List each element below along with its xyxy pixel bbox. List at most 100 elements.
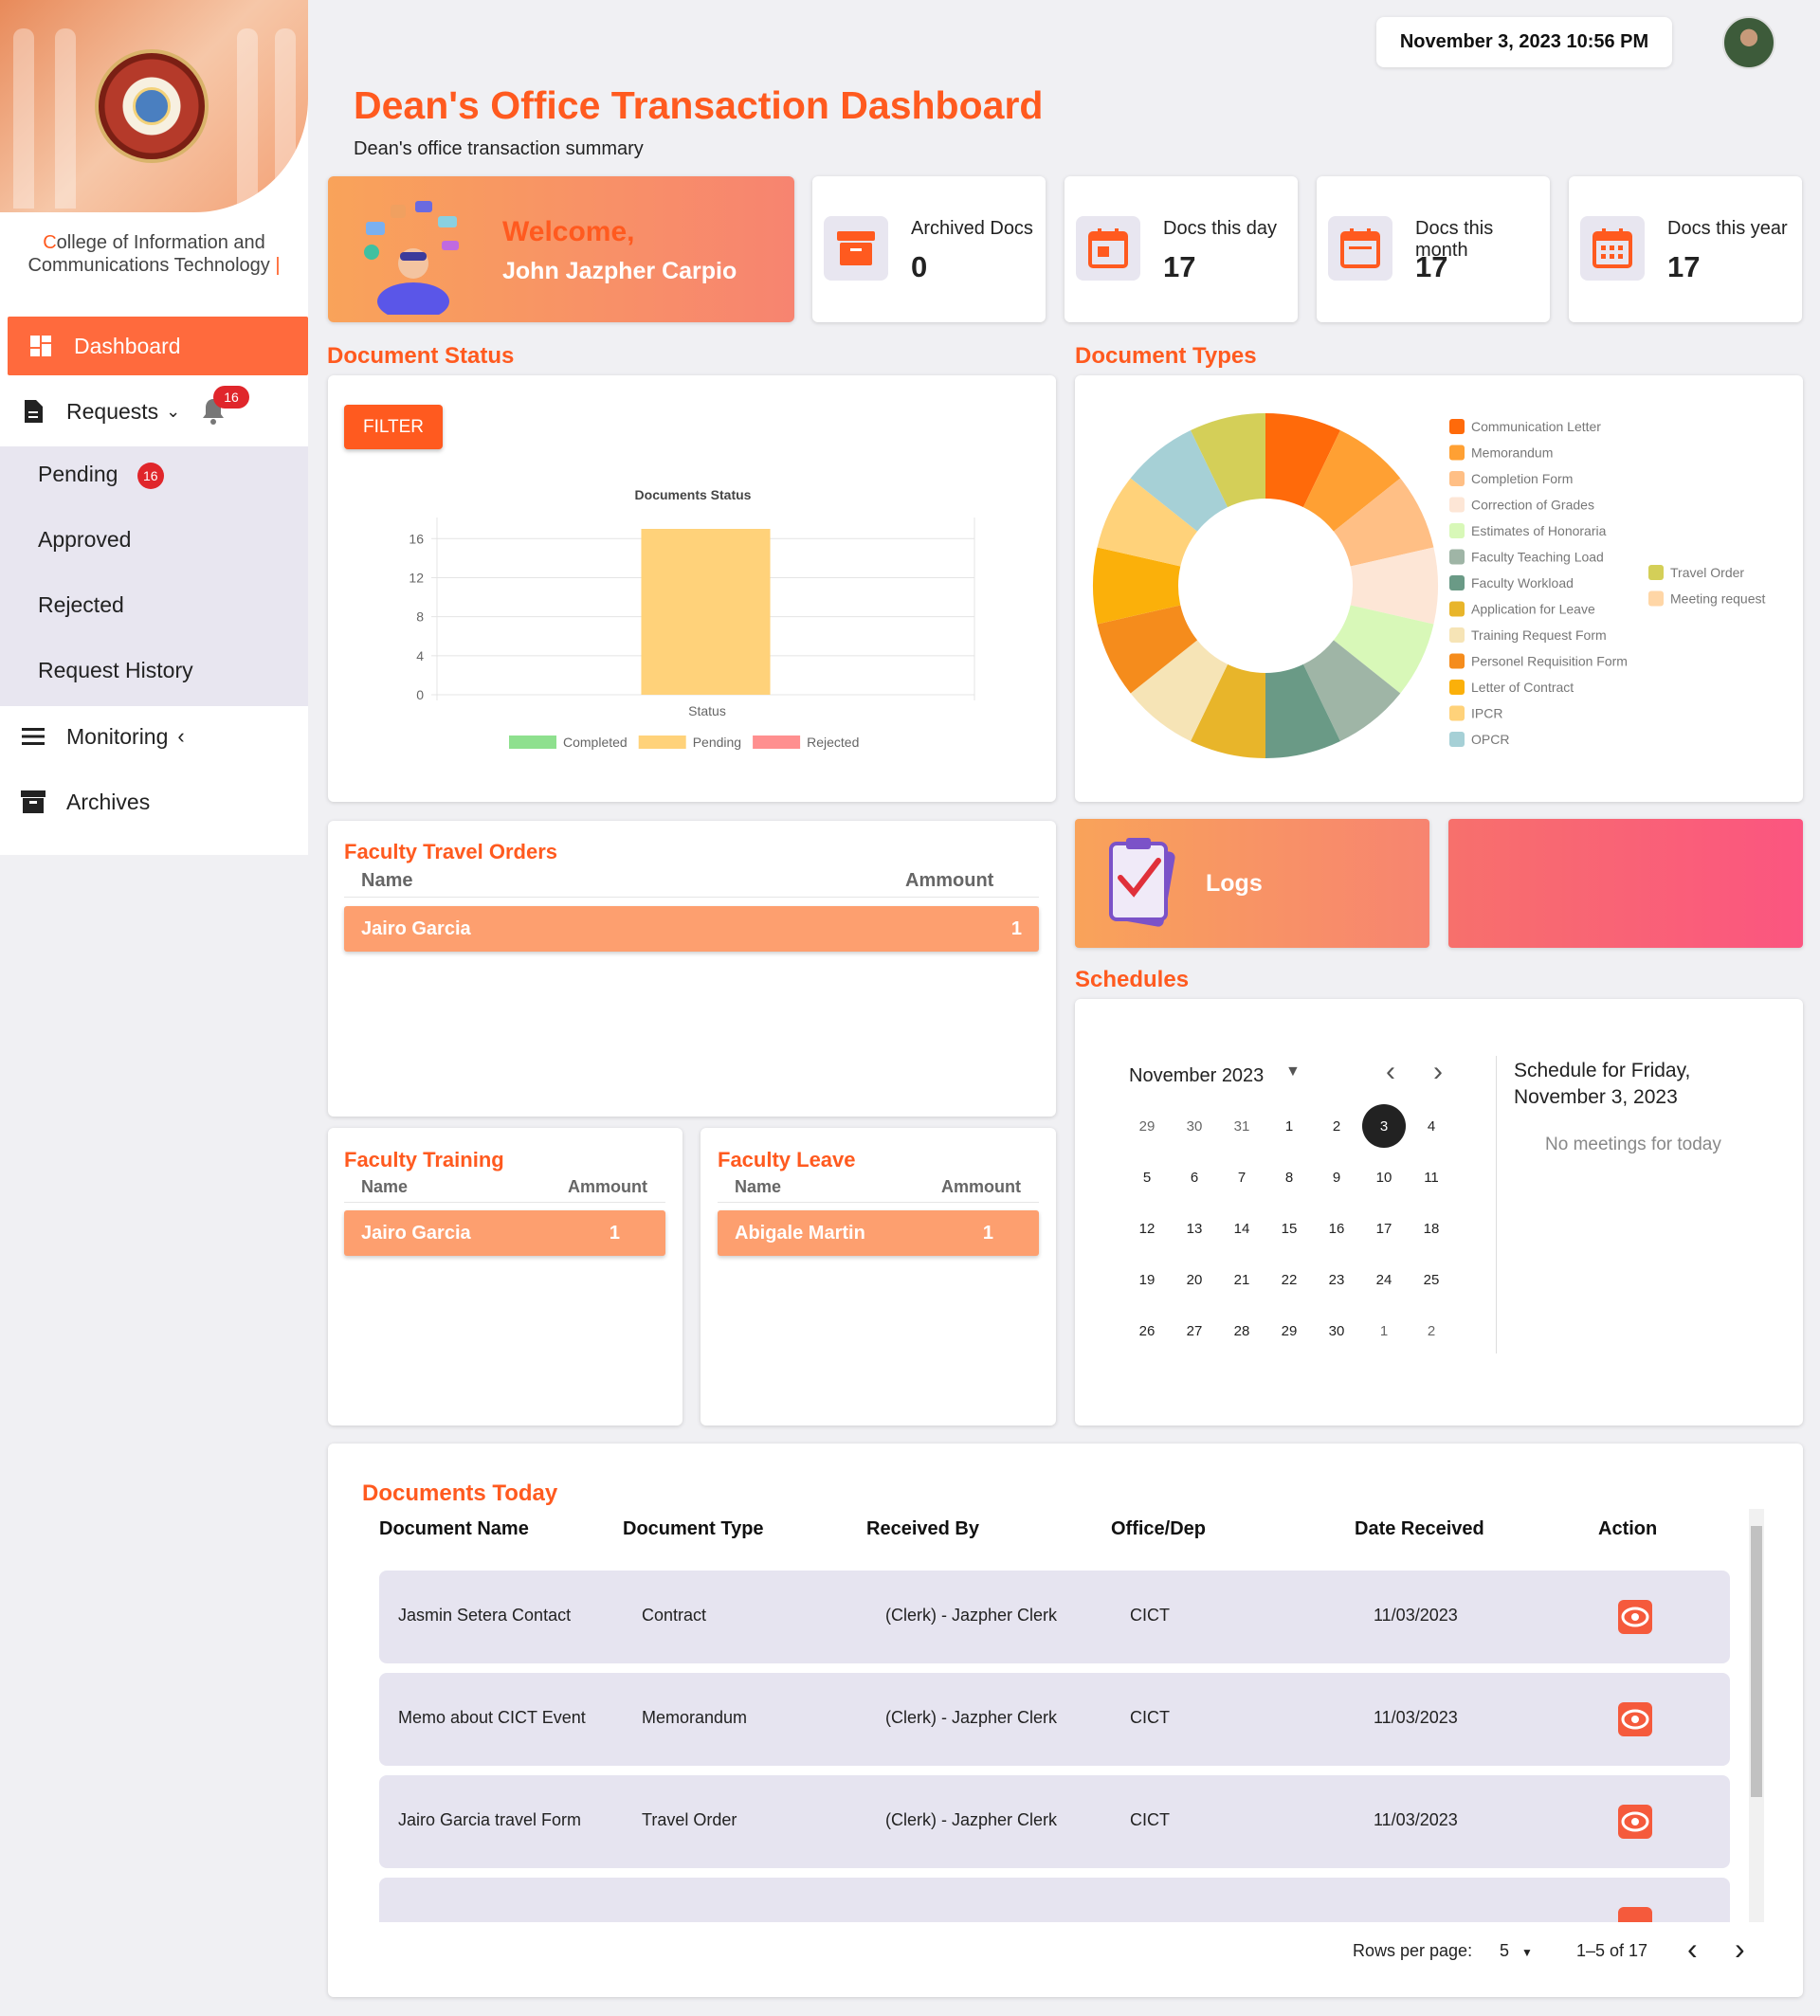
clipboard-check-icon bbox=[1109, 838, 1175, 927]
scrollbar-thumb[interactable] bbox=[1751, 1526, 1762, 1797]
logs-card[interactable]: Logs bbox=[1075, 819, 1429, 948]
calendar-day[interactable]: 22 bbox=[1267, 1258, 1311, 1301]
calendar-day[interactable]: 5 bbox=[1125, 1155, 1169, 1199]
calendar-day[interactable]: 19 bbox=[1125, 1258, 1169, 1301]
legend-label: Memorandum bbox=[1471, 445, 1553, 461]
calendar-day[interactable]: 8 bbox=[1267, 1155, 1311, 1199]
view-eye-icon[interactable] bbox=[1618, 1907, 1652, 1922]
calendar-day[interactable]: 28 bbox=[1220, 1309, 1264, 1353]
calendar-day[interactable]: 31 bbox=[1220, 1104, 1264, 1148]
chevron-left-icon[interactable]: ‹ bbox=[1386, 1056, 1395, 1088]
col-amount: Ammount bbox=[905, 870, 994, 891]
col-name: Name bbox=[735, 1177, 782, 1196]
calendar-day[interactable]: 30 bbox=[1315, 1309, 1358, 1353]
calendar-day[interactable]: 25 bbox=[1410, 1258, 1453, 1301]
legend-label: Travel Order bbox=[1670, 565, 1744, 580]
filter-button[interactable]: FILTER bbox=[344, 405, 443, 449]
col-document-type[interactable]: Document Type bbox=[623, 1518, 764, 1540]
chevron-right-icon[interactable]: › bbox=[1433, 1056, 1443, 1088]
user-avatar[interactable] bbox=[1722, 16, 1775, 69]
prev-page-icon[interactable]: ‹ bbox=[1687, 1932, 1698, 1967]
calendar-day[interactable]: 27 bbox=[1173, 1309, 1216, 1353]
col-date-received[interactable]: Date Received bbox=[1355, 1518, 1484, 1540]
nav-pending[interactable]: Pending 16 bbox=[38, 462, 164, 489]
rows-per-page-select[interactable]: 5 ▼ bbox=[1500, 1941, 1533, 1961]
pink-card[interactable] bbox=[1448, 819, 1803, 948]
calendar-day[interactable]: 9 bbox=[1315, 1155, 1358, 1199]
legend-swatch bbox=[1648, 565, 1664, 580]
legend-label: Correction of Grades bbox=[1471, 498, 1594, 513]
col-amount: Ammount bbox=[941, 1177, 1021, 1196]
calendar-day[interactable]: 2 bbox=[1315, 1104, 1358, 1148]
nav-dashboard[interactable]: Dashboard bbox=[8, 317, 308, 375]
table-row[interactable] bbox=[379, 1878, 1730, 1922]
legend-label: Meeting request bbox=[1670, 591, 1766, 607]
calendar-day[interactable]: 21 bbox=[1220, 1258, 1264, 1301]
nav-archives[interactable]: Archives bbox=[0, 772, 308, 831]
legend-label: Faculty Teaching Load bbox=[1471, 550, 1604, 565]
calendar-day[interactable]: 18 bbox=[1410, 1207, 1453, 1250]
document-types-title: Document Types bbox=[1075, 343, 1257, 369]
col-name: Name bbox=[361, 1177, 409, 1196]
stat-archived-docs: Archived Docs 0 bbox=[812, 176, 1046, 322]
calendar-day[interactable]: 15 bbox=[1267, 1207, 1311, 1250]
calendar-day[interactable]: 7 bbox=[1220, 1155, 1264, 1199]
calendar-day[interactable]: 14 bbox=[1220, 1207, 1264, 1250]
next-page-icon[interactable]: › bbox=[1735, 1932, 1745, 1967]
list-item[interactable]: Abigale Martin 1 bbox=[718, 1210, 1039, 1256]
calendar-day[interactable]: 6 bbox=[1173, 1155, 1216, 1199]
calendar-day[interactable]: 10 bbox=[1362, 1155, 1406, 1199]
rows-per-page-label: Rows per page: bbox=[1353, 1941, 1473, 1960]
legend-label: OPCR bbox=[1471, 732, 1509, 747]
list-item[interactable]: Jairo Garcia 1 bbox=[344, 1210, 665, 1256]
legend-swatch bbox=[1449, 732, 1465, 747]
calendar-day[interactable]: 24 bbox=[1362, 1258, 1406, 1301]
document-icon bbox=[21, 399, 46, 424]
calendar-day[interactable]: 4 bbox=[1410, 1104, 1453, 1148]
archive-icon bbox=[21, 790, 46, 814]
legend-label: Estimates of Honoraria bbox=[1471, 523, 1607, 538]
view-eye-icon[interactable] bbox=[1618, 1702, 1652, 1736]
calendar-day[interactable]: 1 bbox=[1362, 1309, 1406, 1353]
calendar-day[interactable]: 11 bbox=[1410, 1155, 1453, 1199]
calendar-day[interactable]: 16 bbox=[1315, 1207, 1358, 1250]
stat-value: 17 bbox=[1415, 250, 1448, 283]
nav-requests[interactable]: Requests ⌄ 16 bbox=[0, 382, 308, 441]
calendar-day[interactable]: 2 bbox=[1410, 1309, 1453, 1353]
requests-submenu: Pending 16 Approved Rejected Request His… bbox=[0, 446, 308, 706]
calendar-day[interactable]: 29 bbox=[1125, 1104, 1169, 1148]
calendar-month-label[interactable]: November 2023 bbox=[1129, 1065, 1264, 1087]
nav-request-history[interactable]: Request History bbox=[38, 658, 193, 683]
calendar-day[interactable]: 12 bbox=[1125, 1207, 1169, 1250]
calendar-day-icon bbox=[1076, 216, 1140, 281]
calendar-day[interactable]: 3 bbox=[1362, 1104, 1406, 1148]
view-eye-icon[interactable] bbox=[1618, 1805, 1652, 1839]
calendar-day[interactable]: 20 bbox=[1173, 1258, 1216, 1301]
caret-down-icon[interactable]: ▼ bbox=[1285, 1063, 1301, 1081]
table-row[interactable]: Jairo Garcia travel Form Travel Order (C… bbox=[379, 1775, 1730, 1868]
nav-monitoring[interactable]: Monitoring ‹ bbox=[0, 707, 308, 766]
view-eye-icon[interactable] bbox=[1618, 1600, 1652, 1634]
calendar-day[interactable]: 29 bbox=[1267, 1309, 1311, 1353]
divider bbox=[1496, 1056, 1497, 1353]
calendar-day[interactable]: 17 bbox=[1362, 1207, 1406, 1250]
stat-docs-this-month: Docs this month 17 bbox=[1317, 176, 1550, 322]
documents-status-bar-chart: Documents Status 0 4 8 12 16 Status Completed Pe… bbox=[409, 487, 975, 750]
nav-rejected[interactable]: Rejected bbox=[38, 592, 124, 618]
calendar-day[interactable]: 1 bbox=[1267, 1104, 1311, 1148]
nav-approved[interactable]: Approved bbox=[38, 527, 131, 553]
calendar-day[interactable]: 30 bbox=[1173, 1104, 1216, 1148]
col-document-name[interactable]: Document Name bbox=[379, 1518, 529, 1540]
table-row[interactable]: Jasmin Setera Contact Contract (Clerk) -… bbox=[379, 1571, 1730, 1663]
col-received-by[interactable]: Received By bbox=[866, 1518, 979, 1540]
col-office-dep[interactable]: Office/Dep bbox=[1111, 1518, 1206, 1540]
calendar-day[interactable]: 26 bbox=[1125, 1309, 1169, 1353]
documents-table-body: Jasmin Setera Contact Contract (Clerk) -… bbox=[328, 1554, 1803, 1922]
y-tick-label: 8 bbox=[416, 609, 424, 625]
col-amount: Ammount bbox=[568, 1177, 647, 1196]
table-row[interactable]: Memo about CICT Event Memorandum (Clerk)… bbox=[379, 1673, 1730, 1766]
legend-label: Faculty Workload bbox=[1471, 575, 1574, 590]
calendar-day[interactable]: 13 bbox=[1173, 1207, 1216, 1250]
list-item[interactable]: Jairo Garcia 1 bbox=[344, 906, 1039, 952]
calendar-day[interactable]: 23 bbox=[1315, 1258, 1358, 1301]
